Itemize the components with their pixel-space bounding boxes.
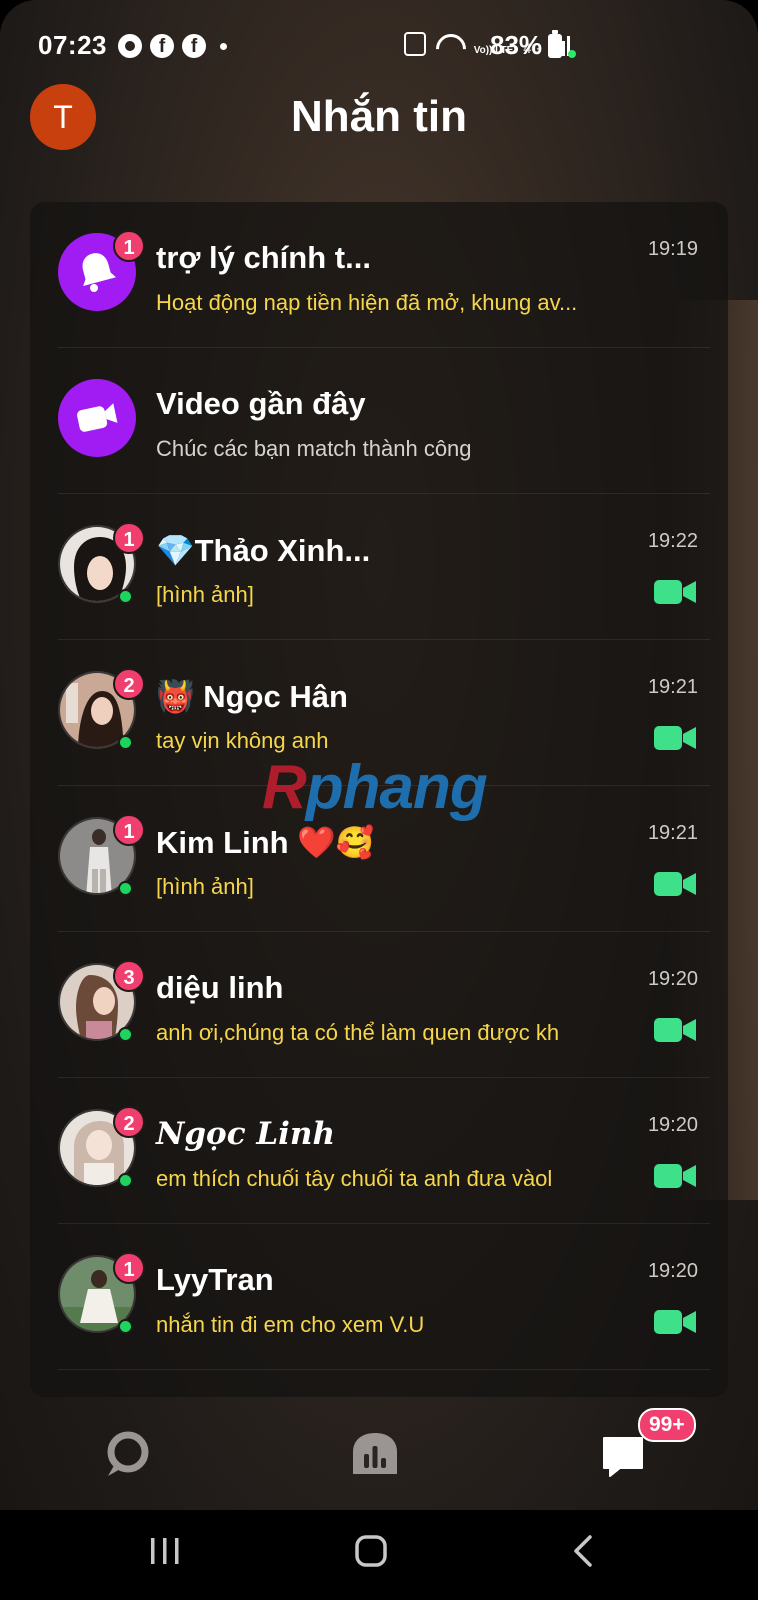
contact-name: Kim Linh ❤️🥰 [156, 825, 375, 860]
screen: 07:23 f f Vo)) LTE 4G 83% T Nhắn tin 1 t… [0, 0, 758, 1600]
unread-badge: 2 [113, 668, 145, 700]
chat-row-recent-videos[interactable]: Video gần đây Chúc các bạn match thành c… [58, 348, 710, 494]
privacy-indicator-dot [568, 49, 577, 58]
online-indicator [118, 735, 133, 750]
recent-apps-button[interactable] [148, 1534, 182, 1568]
message-preview: anh ơi,chúng ta có thể làm quen được kh [156, 1020, 560, 1045]
wifi-icon [436, 34, 464, 56]
unread-badge: 1 [113, 230, 145, 262]
online-indicator [118, 589, 133, 604]
contact-name: Video gần đây [156, 386, 366, 421]
video-call-icon[interactable] [654, 1016, 696, 1044]
chat-row[interactable]: 2 Ngọc Linh em thích chuối tây chuối ta … [58, 1078, 710, 1224]
online-indicator [118, 1027, 133, 1042]
battery-percent: 83% [490, 30, 543, 60]
contact-name: 👹 Ngọc Hân [156, 679, 348, 714]
recent-videos-avatar [58, 379, 136, 457]
battery-status: 83% [490, 29, 577, 61]
message-time: 19:20 [647, 1260, 698, 1282]
chat-row-assistant[interactable]: 1 trợ lý chính t... Hoạt động nạp tiền h… [58, 202, 710, 348]
back-button[interactable] [568, 1534, 602, 1568]
status-time: 07:23 [38, 30, 107, 60]
video-call-icon[interactable] [654, 578, 696, 606]
chat-row[interactable]: 3 diệu linh anh ơi,chúng ta có thể làm q… [58, 932, 710, 1078]
message-time: 19:20 [647, 968, 698, 990]
video-call-icon[interactable] [654, 870, 696, 898]
messages-icon[interactable] [598, 1430, 648, 1480]
unread-badge: 1 [113, 1252, 145, 1284]
chrome-icon [118, 34, 142, 58]
message-time: 19:21 [647, 676, 698, 698]
message-time: 19:19 [647, 238, 698, 260]
bottom-nav: 99+ [0, 1400, 758, 1510]
contact-name: 💎Thảo Xinh... [156, 533, 371, 568]
contact-name: LyyTran [156, 1262, 274, 1297]
facebook-icon: f [182, 34, 206, 58]
home-button[interactable] [354, 1534, 388, 1568]
unread-badge: 1 [113, 522, 145, 554]
message-time: 19:21 [647, 822, 698, 844]
video-call-icon[interactable] [654, 724, 696, 752]
message-preview: em thích chuối tây chuối ta anh đưa vàol [156, 1166, 553, 1191]
recycle-icon [403, 32, 426, 56]
contact-name: trợ lý chính t... [156, 240, 371, 275]
contact-name: Ngọc Linh [156, 1116, 336, 1152]
unread-badge: 1 [113, 814, 145, 846]
status-bar: 07:23 f f Vo)) LTE 4G 83% [0, 0, 758, 90]
chat-row[interactable]: 1 LyyTran nhắn tin đi em cho xem V.U 19:… [58, 1224, 710, 1370]
contact-name: diệu linh [156, 970, 284, 1005]
notification-icons: f f [118, 34, 227, 58]
video-camera-icon [77, 403, 118, 432]
message-preview: tay vịn không anh [156, 728, 329, 753]
facebook-icon: f [150, 34, 174, 58]
page-title: Nhắn tin [291, 92, 467, 141]
discover-icon[interactable] [102, 1430, 152, 1480]
chat-row[interactable]: 1 💎Thảo Xinh... [hình ảnh] 19:22 [58, 494, 710, 640]
more-notifications-dot [220, 42, 227, 50]
system-nav-bar [0, 1510, 758, 1600]
message-time: 19:20 [647, 1114, 698, 1136]
messages-unread-badge: 99+ [638, 1408, 696, 1442]
message-preview: [hình ảnh] [156, 582, 254, 607]
unread-badge: 2 [113, 1106, 145, 1138]
unread-badge: 3 [113, 960, 145, 992]
message-preview: Chúc các bạn match thành công [156, 436, 472, 461]
message-preview: Hoạt động nạp tiền hiện đã mở, khung av.… [156, 290, 578, 315]
online-indicator [118, 1319, 133, 1334]
stats-icon[interactable] [350, 1430, 400, 1480]
video-call-icon[interactable] [654, 1308, 696, 1336]
message-time: 19:22 [647, 530, 698, 552]
video-call-icon[interactable] [654, 1162, 696, 1190]
message-preview: nhắn tin đi em cho xem V.U [156, 1312, 425, 1337]
watermark-logo: Rphang [262, 753, 488, 822]
online-indicator [118, 1173, 133, 1188]
battery-icon [548, 29, 563, 58]
online-indicator [118, 881, 133, 896]
message-preview: [hình ảnh] [156, 874, 254, 899]
